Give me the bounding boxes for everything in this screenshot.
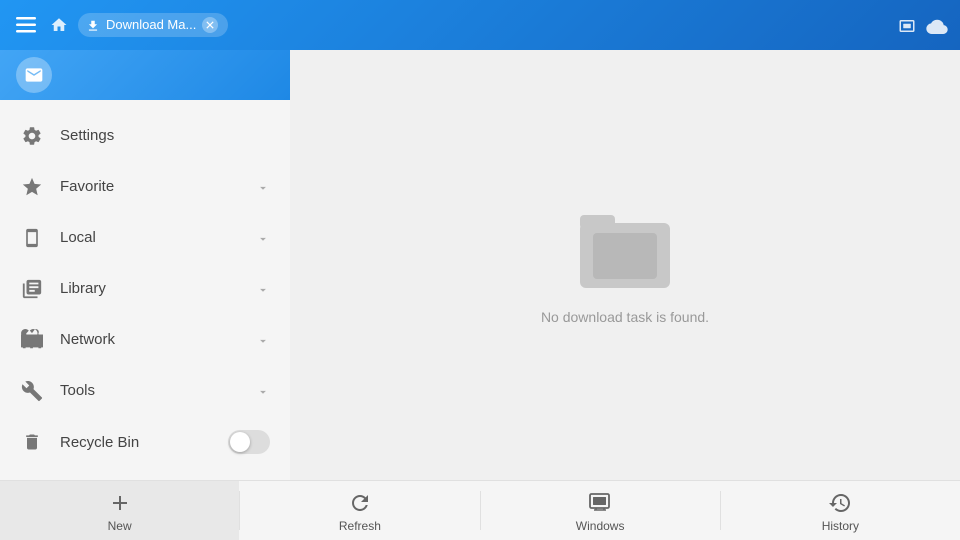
sidebar-item-library[interactable]: Library [0,263,290,314]
recycle-bin-label: Recycle Bin [60,434,228,451]
favorite-label: Favorite [60,178,256,195]
history-icon [828,488,852,514]
library-icon [20,277,44,300]
sidebar: Settings Favorite [0,50,290,480]
avatar [16,57,52,93]
history-button[interactable]: History [721,481,960,540]
settings-icon [20,124,44,147]
sidebar-item-settings[interactable]: Settings [0,110,290,161]
local-label: Local [60,229,256,246]
empty-folder-illustration [575,205,675,293]
windows-icon [588,488,612,514]
recycle-bin-toggle[interactable] [228,430,270,454]
download-tab[interactable]: Download Ma... [78,13,228,37]
settings-label: Settings [60,127,270,144]
local-icon [20,226,44,249]
empty-state: No download task is found. [541,205,709,325]
history-label: History [822,519,859,533]
refresh-icon [348,488,372,514]
network-icon [20,328,44,351]
tab-close-button[interactable] [202,17,218,33]
network-label: Network [60,331,256,348]
sidebar-item-favorite[interactable]: Favorite [0,161,290,212]
empty-state-text: No download task is found. [541,309,709,325]
tools-label: Tools [60,382,256,399]
library-label: Library [60,280,256,297]
bottom-toolbar: New Refresh Windows History [0,480,960,540]
sidebar-header [0,50,290,100]
new-icon [108,488,132,514]
sidebar-item-network[interactable]: Network [0,314,290,365]
library-chevron [256,280,270,296]
favorite-chevron [256,178,270,194]
sidebar-item-recycle-bin[interactable]: Recycle Bin [0,416,290,468]
content-area: No download task is found. [290,50,960,480]
app-header: Download Ma... [0,0,960,50]
network-chevron [256,331,270,347]
refresh-button[interactable]: Refresh [240,481,479,540]
toggle-knob [230,432,250,452]
local-chevron [256,229,270,245]
tab-label: Download Ma... [106,17,196,32]
favorite-icon [20,175,44,198]
new-button[interactable]: New [0,481,239,540]
windows-button[interactable]: Windows [481,481,720,540]
home-icon[interactable] [50,16,68,34]
tools-icon [20,379,44,402]
refresh-label: Refresh [339,519,381,533]
menu-icon[interactable] [12,10,40,41]
window-icon[interactable] [898,15,916,36]
tools-chevron [256,382,270,398]
main-layout: Settings Favorite [0,50,960,480]
download-icon [86,17,100,33]
windows-label: Windows [576,519,625,533]
new-label: New [108,519,132,533]
recycle-bin-icon [20,431,44,454]
sidebar-nav: Settings Favorite [0,100,290,480]
sidebar-item-tools[interactable]: Tools [0,365,290,416]
cloud-icon[interactable] [926,15,948,36]
sidebar-item-local[interactable]: Local [0,212,290,263]
